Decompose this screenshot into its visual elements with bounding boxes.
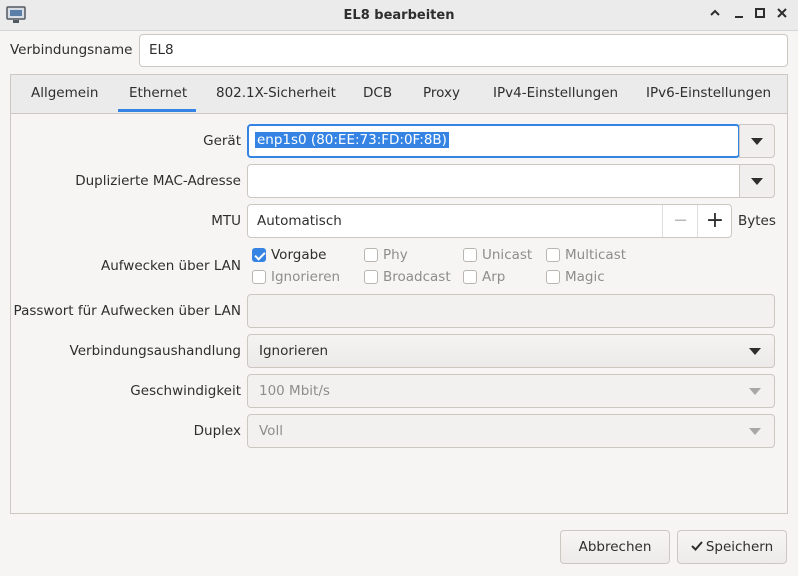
wol-phy-checkbox[interactable] — [364, 248, 378, 262]
chevron-down-icon — [749, 428, 761, 435]
speed-value: 100 Mbit/s — [259, 383, 330, 399]
wol-unicast-checkbox[interactable] — [463, 248, 477, 262]
chevron-down-icon — [749, 388, 761, 395]
mtu-unit-label: Bytes — [738, 213, 776, 229]
tab-8021x-security[interactable]: 802.1X-Sicherheit — [216, 85, 336, 101]
duplex-dropdown[interactable]: Voll — [247, 414, 775, 448]
tab-ethernet[interactable]: Ethernet — [129, 85, 187, 101]
device-dropdown-button[interactable] — [739, 124, 775, 158]
device-value: enp1s0 (80:EE:73:FD:0F:8B) — [255, 132, 449, 148]
wol-option-label: Unicast — [482, 247, 533, 263]
chevron-down-icon — [749, 348, 761, 355]
wol-option-label: Arp — [482, 269, 506, 285]
duplex-label: Duplex — [193, 423, 241, 439]
negotiation-value: Ignorieren — [259, 343, 329, 359]
mtu-label: MTU — [211, 213, 241, 229]
mtu-spin-button[interactable]: Automatisch − + — [247, 204, 732, 238]
speed-label: Geschwindigkeit — [130, 383, 241, 399]
wol-option-label: Broadcast — [383, 269, 451, 285]
window-title: EL8 bearbeiten — [343, 8, 455, 23]
cloned-mac-dropdown-button[interactable] — [739, 164, 775, 198]
cloned-mac-label: Duplizierte MAC-Adresse — [75, 173, 241, 189]
wol-option-label: Multicast — [565, 247, 627, 263]
tab-proxy[interactable]: Proxy — [423, 85, 460, 101]
wol-password-input[interactable] — [247, 294, 775, 328]
connection-name-label: Verbindungsname — [10, 42, 133, 58]
tab-allgemein[interactable]: Allgemein — [31, 85, 98, 101]
checkmark-icon — [691, 541, 703, 551]
close-icon[interactable] — [774, 7, 790, 23]
wol-magic-checkbox[interactable] — [546, 270, 560, 284]
tab-ipv4-settings[interactable]: IPv4-Einstellungen — [493, 85, 618, 101]
device-label: Gerät — [203, 133, 241, 149]
wol-default-checkbox[interactable] — [252, 248, 266, 262]
wol-ignore-checkbox[interactable] — [252, 270, 266, 284]
wol-multicast-checkbox[interactable] — [546, 248, 560, 262]
tab-bar: Allgemein Ethernet 802.1X-Sicherheit DCB… — [11, 75, 787, 114]
active-tab-indicator — [118, 109, 196, 112]
chevron-down-icon — [751, 138, 763, 145]
connection-name-value: EL8 — [149, 42, 174, 58]
maximize-icon[interactable] — [752, 7, 768, 23]
wol-broadcast-checkbox[interactable] — [364, 270, 378, 284]
chevron-down-icon — [751, 178, 763, 185]
connection-name-input[interactable]: EL8 — [139, 34, 788, 67]
mtu-decrement-button[interactable]: − — [662, 205, 698, 237]
wol-label: Aufwecken über LAN — [100, 258, 241, 274]
save-button[interactable]: Speichern — [677, 530, 787, 564]
save-button-label: Speichern — [705, 539, 774, 555]
mtu-increment-button[interactable]: + — [697, 205, 732, 237]
wol-arp-checkbox[interactable] — [463, 270, 477, 284]
cancel-button-label: Abbrechen — [578, 539, 652, 555]
speed-dropdown[interactable]: 100 Mbit/s — [247, 374, 775, 408]
cloned-mac-input[interactable] — [247, 164, 740, 198]
title-bar: EL8 bearbeiten — [0, 0, 798, 31]
negotiation-label: Verbindungsaushandlung — [69, 343, 241, 359]
wol-option-label: Phy — [383, 247, 408, 263]
duplex-value: Voll — [259, 423, 283, 439]
negotiation-dropdown[interactable]: Ignorieren — [247, 334, 775, 368]
wol-option-label: Vorgabe — [271, 247, 327, 263]
mtu-value: Automatisch — [257, 213, 342, 229]
tab-dcb[interactable]: DCB — [363, 85, 392, 101]
wol-option-label: Ignorieren — [271, 269, 341, 285]
wol-option-label: Magic — [565, 269, 605, 285]
minimize-icon[interactable] — [731, 7, 747, 23]
chevron-up-icon[interactable] — [707, 7, 723, 23]
device-combo-entry[interactable]: enp1s0 (80:EE:73:FD:0F:8B) — [247, 124, 740, 158]
tab-ipv6-settings[interactable]: IPv6-Einstellungen — [646, 85, 771, 101]
wol-password-label: Passwort für Aufwecken über LAN — [13, 303, 241, 319]
cancel-button[interactable]: Abbrechen — [560, 530, 670, 564]
